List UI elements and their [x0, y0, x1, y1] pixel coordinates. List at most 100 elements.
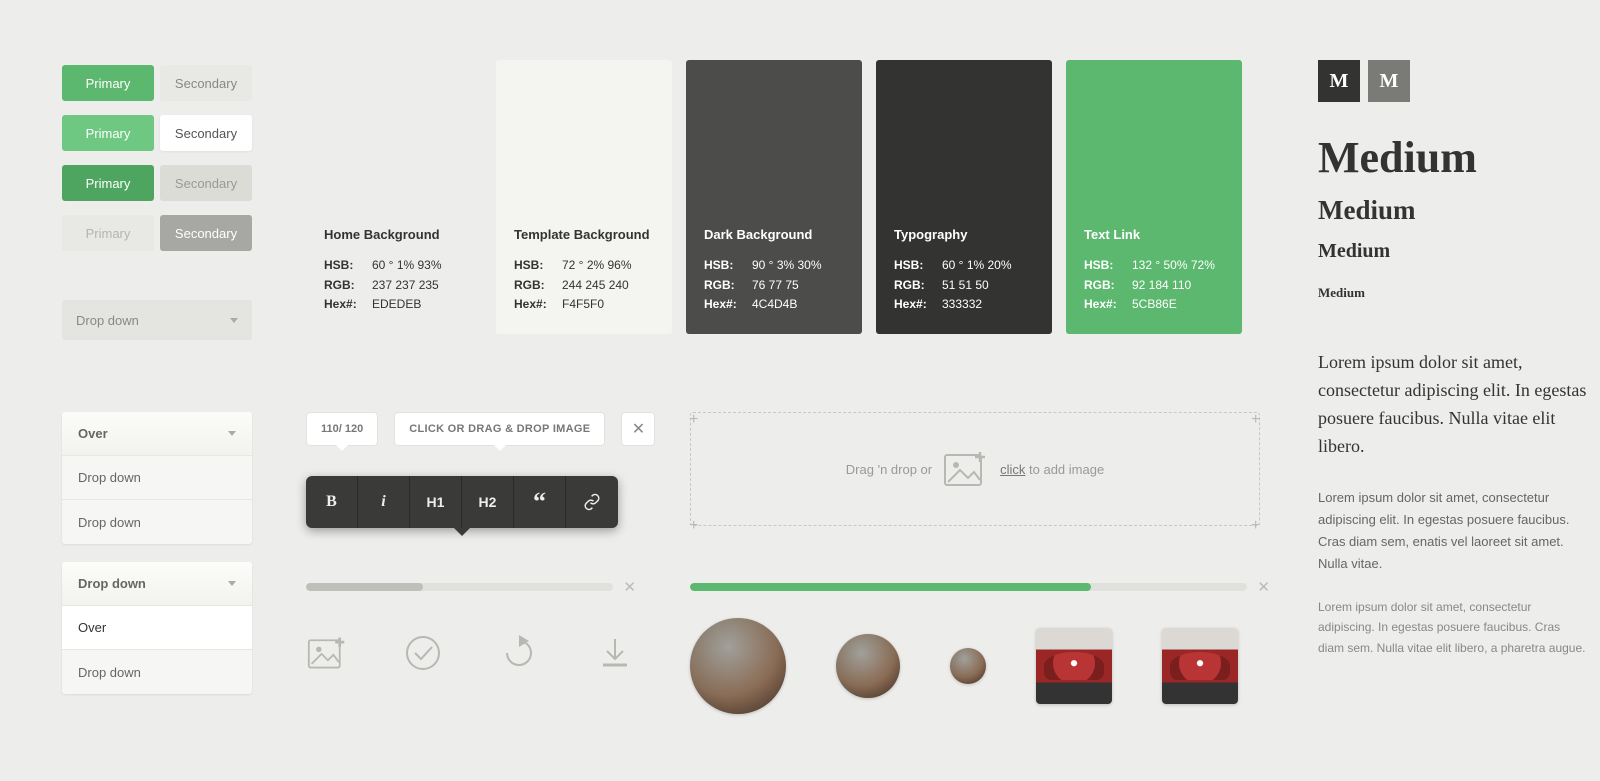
link-icon: [583, 493, 601, 511]
char-counter-tooltip: 110/ 120: [306, 412, 378, 446]
image-dropzone[interactable]: + + + + Drag 'n drop or click to add ima…: [690, 412, 1260, 526]
download-icon[interactable]: [594, 632, 636, 674]
dropdown-header[interactable]: Drop down: [62, 562, 252, 606]
cancel-upload-button[interactable]: ✕: [1257, 578, 1270, 596]
secondary-button-hover[interactable]: Secondary: [160, 115, 252, 151]
paragraph-large: Lorem ipsum dolor sit amet, consectetur …: [1318, 349, 1588, 461]
dropzone-text-post: to add image: [1029, 462, 1104, 477]
swatch-hex-label: Hex#:: [1084, 295, 1132, 314]
crop-corner-icon: +: [1251, 517, 1261, 527]
swatch-rgb-label: RGB:: [704, 276, 752, 295]
swatch-rgb-label: RGB:: [514, 276, 562, 295]
dropdown-header[interactable]: Over: [62, 412, 252, 456]
swatch-title: Dark Background: [704, 227, 844, 242]
logo-badge-dark: M: [1318, 60, 1360, 102]
crop-corner-icon: +: [689, 411, 699, 421]
avatar-row: [690, 618, 1238, 714]
swatch-rgb-label: RGB:: [1084, 276, 1132, 295]
swatch-rgb-value: 92 184 110: [1132, 276, 1191, 295]
avatar-small: [950, 648, 986, 684]
swatch-hsb-label: HSB:: [704, 256, 752, 275]
logo-badge-grey: M: [1368, 60, 1410, 102]
progress-grey: ✕: [306, 578, 636, 596]
secondary-button-default[interactable]: Secondary: [160, 65, 252, 101]
dropdown-label: Drop down: [76, 313, 139, 328]
swatch-hex-value: 4C4D4B: [752, 295, 797, 314]
bold-button[interactable]: B: [306, 476, 358, 528]
swatch-hsb-value: 60 ° 1% 93%: [372, 256, 442, 275]
tooltip-row: 110/ 120 CLICK OR DRAG & DROP IMAGE ✕: [306, 412, 655, 446]
italic-button[interactable]: i: [358, 476, 410, 528]
dropdown-item[interactable]: Drop down: [62, 500, 252, 544]
color-swatches: Home Background HSB:60 ° 1% 93% RGB:237 …: [306, 60, 1242, 334]
typography-column: M M Medium Medium Medium Medium Lorem ip…: [1318, 60, 1588, 658]
cancel-upload-button[interactable]: ✕: [623, 578, 636, 596]
close-icon: ✕: [632, 419, 645, 439]
blockquote-button[interactable]: “: [514, 476, 566, 528]
swatch-home-background: Home Background HSB:60 ° 1% 93% RGB:237 …: [306, 60, 482, 334]
drop-hint-tooltip: CLICK OR DRAG & DROP IMAGE: [394, 412, 605, 446]
dropdown-header-label: Over: [78, 426, 108, 441]
swatch-dark-background: Dark Background HSB:90 ° 3% 30% RGB:76 7…: [686, 60, 862, 334]
dropdown-open-hover[interactable]: Over Drop down Drop down: [62, 412, 252, 544]
action-icons-row: [306, 632, 636, 674]
progress-track: [306, 583, 613, 591]
dropdown-open-selected[interactable]: Drop down Over Drop down: [62, 562, 252, 694]
swatch-title: Template Background: [514, 227, 654, 242]
add-image-icon: [944, 450, 988, 488]
primary-button-active[interactable]: Primary: [62, 165, 154, 201]
swatch-title: Typography: [894, 227, 1034, 242]
thumbnail-image: [1036, 628, 1112, 704]
swatch-hex-label: Hex#:: [514, 295, 562, 314]
swatch-hex-value: 5CB86E: [1132, 295, 1177, 314]
dropdown-closed[interactable]: Drop down: [62, 300, 252, 340]
h1-button[interactable]: H1: [410, 476, 462, 528]
progress-green: ✕: [690, 578, 1270, 596]
progress-fill: [306, 583, 423, 591]
rich-text-toolbar: B i H1 H2 “: [306, 476, 618, 528]
swatch-hsb-label: HSB:: [894, 256, 942, 275]
swatch-hex-label: Hex#:: [324, 295, 372, 314]
swatch-title: Home Background: [324, 227, 464, 242]
dropzone-click-link[interactable]: click: [1000, 462, 1025, 477]
swatch-typography: Typography HSB:60 ° 1% 20% RGB:51 51 50 …: [876, 60, 1052, 334]
swatch-hex-label: Hex#:: [704, 295, 752, 314]
dropdown-item[interactable]: Drop down: [62, 456, 252, 500]
primary-button-default[interactable]: Primary: [62, 65, 154, 101]
paragraph-small: Lorem ipsum dolor sit amet, consectetur …: [1318, 597, 1588, 658]
swatch-rgb-value: 237 237 235: [372, 276, 439, 295]
logo-badges: M M: [1318, 60, 1588, 102]
crop-corner-icon: +: [689, 517, 699, 527]
swatch-hsb-label: HSB:: [324, 256, 372, 275]
swatch-hex-label: Hex#:: [894, 295, 942, 314]
heading-lg: Medium: [1318, 195, 1588, 226]
dropzone-text-pre: Drag 'n drop or: [846, 462, 932, 477]
swatch-rgb-value: 76 77 75: [752, 276, 799, 295]
swatch-rgb-label: RGB:: [324, 276, 372, 295]
secondary-button-disabled: Secondary: [160, 215, 252, 251]
close-button[interactable]: ✕: [621, 412, 655, 446]
heading-sm: Medium: [1318, 285, 1588, 301]
heading-xl: Medium: [1318, 132, 1588, 183]
chevron-down-icon: [228, 431, 236, 436]
secondary-button-active[interactable]: Secondary: [160, 165, 252, 201]
swatch-rgb-value: 51 51 50: [942, 276, 989, 295]
add-image-icon[interactable]: [306, 632, 348, 674]
chevron-down-icon: [228, 581, 236, 586]
link-button[interactable]: [566, 476, 618, 528]
dropdown-item-hover[interactable]: Over: [62, 606, 252, 650]
swatch-rgb-label: RGB:: [894, 276, 942, 295]
swatch-hsb-value: 90 ° 3% 30%: [752, 256, 822, 275]
thumbnail-image: [1162, 628, 1238, 704]
swatch-template-background: Template Background HSB:72 ° 2% 96% RGB:…: [496, 60, 672, 334]
primary-button-hover[interactable]: Primary: [62, 115, 154, 151]
heading-md: Medium: [1318, 240, 1588, 263]
swatch-hex-value: F4F5F0: [562, 295, 604, 314]
dropdown-item[interactable]: Drop down: [62, 650, 252, 694]
h2-button[interactable]: H2: [462, 476, 514, 528]
swatch-hsb-value: 60 ° 1% 20%: [942, 256, 1012, 275]
refresh-icon[interactable]: [498, 632, 540, 674]
check-circle-icon[interactable]: [402, 632, 444, 674]
swatch-hsb-value: 72 ° 2% 96%: [562, 256, 632, 275]
avatar-medium: [836, 634, 900, 698]
